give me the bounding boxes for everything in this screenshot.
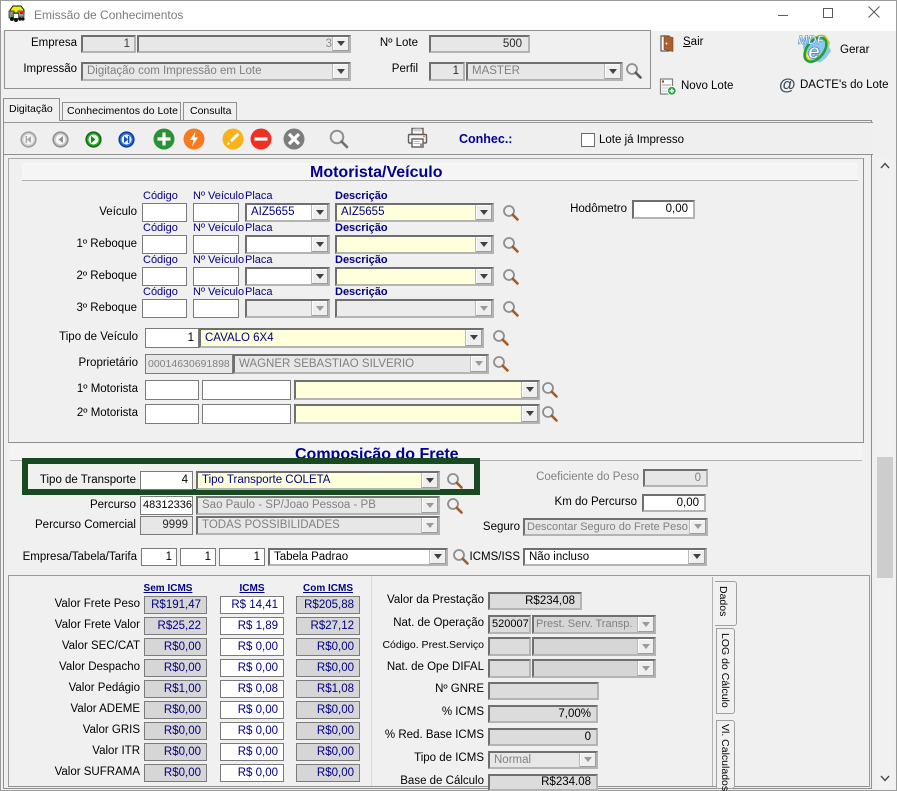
svg-text:e: e (808, 41, 820, 64)
